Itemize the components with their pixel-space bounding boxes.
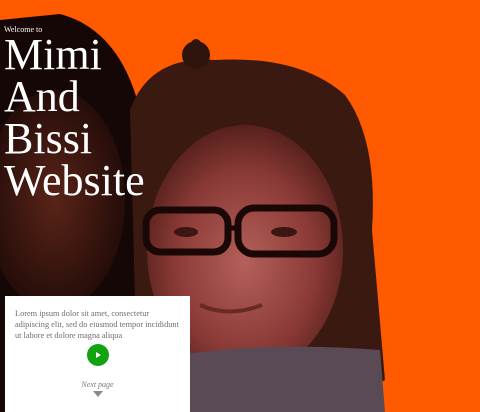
- site-title: Mimi And Bissi Website: [4, 30, 145, 205]
- play-icon: [96, 352, 101, 358]
- intro-text: Lorem ipsum dolor sit amet, consectetur …: [15, 309, 179, 340]
- title-line: Mimi: [4, 30, 102, 79]
- intro-card: Lorem ipsum dolor sit amet, consectetur …: [5, 296, 190, 412]
- title-line: Website: [4, 156, 145, 205]
- chevron-down-icon[interactable]: [93, 391, 103, 397]
- next-page-link[interactable]: Next page: [5, 380, 190, 389]
- play-button[interactable]: [87, 344, 109, 366]
- title-line: And: [4, 72, 80, 121]
- title-line: Bissi: [4, 114, 93, 163]
